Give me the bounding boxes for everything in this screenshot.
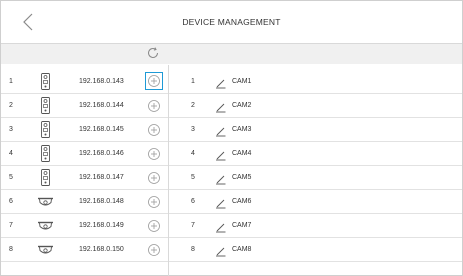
device-ip: 192.168.0.150 bbox=[79, 246, 124, 253]
device-row: 6 192.168.0.148 bbox=[1, 190, 168, 214]
edit-name-button[interactable] bbox=[215, 148, 227, 161]
device-ip: 192.168.0.144 bbox=[79, 102, 124, 109]
edit-name-button[interactable] bbox=[215, 100, 227, 113]
device-index: 3 bbox=[9, 126, 13, 133]
add-device-button[interactable] bbox=[147, 243, 161, 257]
add-device-button[interactable] bbox=[147, 123, 161, 137]
device-management-window: DEVICE MANAGEMENT 1 192.168.0.143 2 192.168… bbox=[0, 0, 463, 276]
device-index: 8 bbox=[9, 246, 13, 253]
device-index: 1 bbox=[9, 78, 13, 85]
add-circle-icon bbox=[148, 172, 160, 184]
refresh-icon bbox=[148, 47, 158, 58]
page-title: DEVICE MANAGEMENT bbox=[182, 17, 281, 27]
device-ip: 192.168.0.147 bbox=[79, 174, 124, 181]
add-circle-icon bbox=[148, 100, 160, 112]
refresh-button[interactable] bbox=[146, 46, 160, 60]
door-station-icon bbox=[41, 169, 50, 191]
discovered-device-list: 1 192.168.0.143 2 192.168.0.144 3 192.168.0.1… bbox=[1, 65, 169, 276]
device-row: 1 192.168.0.143 bbox=[1, 70, 168, 94]
camera-index: 4 bbox=[191, 150, 195, 157]
door-station-icon bbox=[41, 73, 50, 95]
add-circle-icon bbox=[148, 148, 160, 160]
camera-row: 5 CAM5 bbox=[169, 166, 462, 190]
device-ip: 192.168.0.146 bbox=[79, 150, 124, 157]
pencil-icon bbox=[216, 127, 226, 137]
dome-camera-icon bbox=[37, 219, 54, 237]
pencil-icon bbox=[216, 175, 226, 185]
camera-index: 1 bbox=[191, 78, 195, 85]
device-ip: 192.168.0.143 bbox=[79, 78, 124, 85]
device-row: 3 192.168.0.145 bbox=[1, 118, 168, 142]
camera-row: 2 CAM2 bbox=[169, 94, 462, 118]
device-row: 7 192.168.0.149 bbox=[1, 214, 168, 238]
pencil-icon bbox=[216, 199, 226, 209]
camera-row: 3 CAM3 bbox=[169, 118, 462, 142]
device-row: 8 192.168.0.150 bbox=[1, 238, 168, 262]
device-index: 4 bbox=[9, 150, 13, 157]
device-ip: 192.168.0.145 bbox=[79, 126, 124, 133]
camera-name: CAM7 bbox=[232, 222, 252, 229]
door-station-icon bbox=[41, 145, 50, 167]
add-device-button[interactable] bbox=[145, 72, 163, 90]
add-device-button[interactable] bbox=[147, 99, 161, 113]
door-station-icon bbox=[41, 97, 50, 119]
device-index: 5 bbox=[9, 174, 13, 181]
camera-row: 6 CAM6 bbox=[169, 190, 462, 214]
camera-row: 4 CAM4 bbox=[169, 142, 462, 166]
dome-camera-icon bbox=[37, 243, 54, 261]
pencil-icon bbox=[216, 151, 226, 161]
add-circle-icon bbox=[148, 124, 160, 136]
edit-name-button[interactable] bbox=[215, 76, 227, 89]
camera-name: CAM4 bbox=[232, 150, 252, 157]
camera-name: CAM3 bbox=[232, 126, 252, 133]
edit-name-button[interactable] bbox=[215, 244, 227, 257]
camera-index: 7 bbox=[191, 222, 195, 229]
edit-name-button[interactable] bbox=[215, 220, 227, 233]
camera-name: CAM6 bbox=[232, 198, 252, 205]
dome-camera-icon bbox=[37, 195, 54, 213]
door-station-icon bbox=[41, 121, 50, 143]
toolbar bbox=[1, 44, 462, 64]
camera-index: 5 bbox=[191, 174, 195, 181]
camera-row: 8 CAM8 bbox=[169, 238, 462, 262]
camera-name: CAM1 bbox=[232, 78, 252, 85]
camera-index: 3 bbox=[191, 126, 195, 133]
add-device-button[interactable] bbox=[147, 195, 161, 209]
pencil-icon bbox=[216, 223, 226, 233]
edit-name-button[interactable] bbox=[215, 124, 227, 137]
camera-slot-list: 1 CAM1 2 CAM2 3 CAM3 4 CAM4 5 CAM5 6 CAM6 7 CAM7 8 CAM8 bbox=[169, 65, 462, 276]
device-row: 5 192.168.0.147 bbox=[1, 166, 168, 190]
edit-name-button[interactable] bbox=[215, 196, 227, 209]
camera-row: 7 CAM7 bbox=[169, 214, 462, 238]
device-index: 2 bbox=[9, 102, 13, 109]
camera-row: 1 CAM1 bbox=[169, 70, 462, 94]
add-circle-icon bbox=[148, 196, 160, 208]
camera-name: CAM8 bbox=[232, 246, 252, 253]
device-row: 4 192.168.0.146 bbox=[1, 142, 168, 166]
edit-name-button[interactable] bbox=[215, 172, 227, 185]
device-index: 7 bbox=[9, 222, 13, 229]
add-device-button[interactable] bbox=[147, 171, 161, 185]
pencil-icon bbox=[216, 103, 226, 113]
device-index: 6 bbox=[9, 198, 13, 205]
add-device-button[interactable] bbox=[147, 219, 161, 233]
camera-index: 6 bbox=[191, 198, 195, 205]
camera-name: CAM5 bbox=[232, 174, 252, 181]
camera-index: 8 bbox=[191, 246, 195, 253]
header-bar: DEVICE MANAGEMENT bbox=[1, 1, 462, 44]
device-row: 2 192.168.0.144 bbox=[1, 94, 168, 118]
add-circle-icon bbox=[148, 75, 160, 87]
pencil-icon bbox=[216, 79, 226, 89]
device-ip: 192.168.0.148 bbox=[79, 198, 124, 205]
camera-name: CAM2 bbox=[232, 102, 252, 109]
device-ip: 192.168.0.149 bbox=[79, 222, 124, 229]
add-circle-icon bbox=[148, 220, 160, 232]
camera-index: 2 bbox=[191, 102, 195, 109]
add-circle-icon bbox=[148, 244, 160, 256]
add-device-button[interactable] bbox=[147, 147, 161, 161]
pencil-icon bbox=[216, 247, 226, 257]
